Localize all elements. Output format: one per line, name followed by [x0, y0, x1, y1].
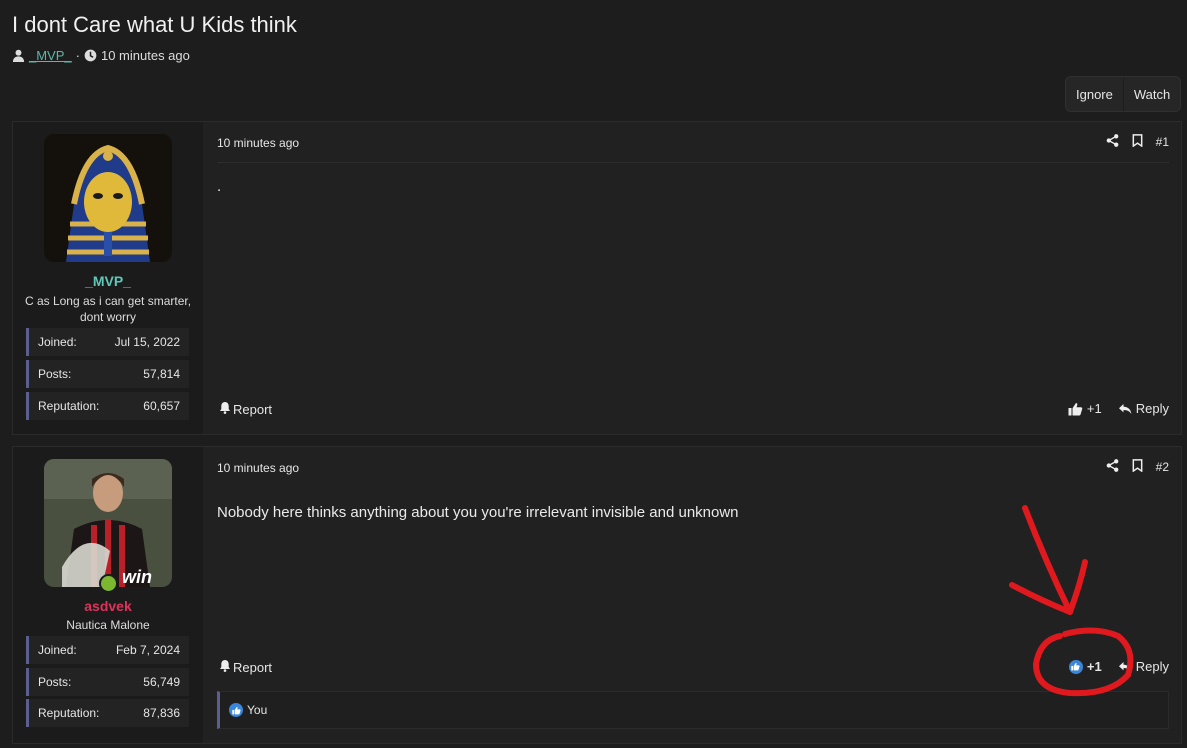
thumbs-up-icon — [229, 703, 243, 717]
post-tools: #2 — [1106, 459, 1169, 475]
avatar[interactable]: win — [44, 459, 172, 587]
reply-icon — [1118, 661, 1132, 673]
thread-title: I dont Care what U Kids think — [12, 12, 297, 37]
thumbs-up-icon — [1068, 659, 1083, 674]
stat-joined: Joined: Jul 15, 2022 — [26, 328, 189, 356]
stat-value: Jul 15, 2022 — [114, 335, 180, 349]
stat-label: Joined: — [38, 335, 77, 349]
stat-reputation: Reputation: 87,836 — [26, 699, 189, 727]
bookmark-icon[interactable] — [1132, 459, 1143, 475]
reply-button[interactable]: Reply — [1118, 401, 1169, 416]
post-main: 10 minutes ago #2 Nobody here thinks any… — [217, 447, 1169, 743]
post-content: . — [217, 178, 222, 195]
report-label: Report — [233, 659, 273, 675]
thread-author-link[interactable]: _MVP_ — [29, 48, 72, 63]
report-button[interactable]: Report — [219, 401, 272, 417]
user-title: Nautica Malone — [66, 618, 150, 632]
divider — [217, 162, 1169, 163]
username[interactable]: asdvek — [13, 598, 203, 614]
stat-label: Reputation: — [38, 706, 100, 720]
thread-time: 10 minutes ago — [100, 48, 190, 63]
user-icon — [12, 49, 25, 62]
stat-value: 87,836 — [143, 706, 180, 720]
like-count: +1 — [1086, 659, 1102, 674]
stat-posts: Posts: 56,749 — [26, 668, 189, 696]
stat-value: 56,749 — [143, 675, 180, 689]
stat-joined: Joined: Feb 7, 2024 — [26, 636, 189, 664]
user-title: C as Long as i can get smarter, dont wor… — [24, 294, 192, 324]
reply-label: Reply — [1135, 401, 1169, 416]
reply-button[interactable]: Reply — [1118, 659, 1169, 674]
share-icon[interactable] — [1106, 134, 1119, 150]
post-time[interactable]: 10 minutes ago — [217, 461, 299, 475]
stat-posts: Posts: 57,814 — [26, 360, 189, 388]
post-tools: #1 — [1106, 134, 1169, 150]
report-label: Report — [233, 401, 273, 417]
username[interactable]: _MVP_ — [13, 273, 203, 289]
post-content: Nobody here thinks anything about you yo… — [217, 504, 739, 521]
post-number[interactable]: #1 — [1156, 135, 1169, 149]
like-button[interactable]: +1 — [1068, 401, 1102, 416]
thread-meta: _MVP_ · 10 minutes ago — [12, 48, 190, 63]
stat-value: 60,657 — [143, 399, 180, 413]
bookmark-icon[interactable] — [1132, 134, 1143, 150]
like-button[interactable]: +1 — [1068, 659, 1102, 674]
share-icon[interactable] — [1106, 459, 1119, 475]
post-actions: +1 Reply — [1068, 401, 1169, 416]
post-number[interactable]: #2 — [1156, 460, 1169, 474]
post-user-panel: win asdvek Nautica Malone Joined: Feb 7,… — [13, 447, 203, 743]
stat-reputation: Reputation: 60,657 — [26, 392, 189, 420]
post-2: win asdvek Nautica Malone Joined: Feb 7,… — [12, 446, 1182, 744]
post-time[interactable]: 10 minutes ago — [217, 136, 299, 150]
online-status-dot — [99, 574, 118, 593]
likes-by-user: You — [247, 703, 268, 717]
stat-label: Posts: — [38, 675, 72, 689]
likes-summary[interactable]: You — [217, 691, 1169, 729]
stat-value: Feb 7, 2024 — [115, 643, 180, 657]
post-main: 10 minutes ago #1 . Report +1 Reply — [217, 122, 1169, 434]
svg-text:win: win — [122, 567, 152, 587]
stat-value: 57,814 — [143, 367, 180, 381]
post-actions: +1 Reply — [1068, 659, 1169, 674]
reply-label: Reply — [1135, 659, 1169, 674]
thumbs-up-icon — [1068, 402, 1083, 416]
like-count: +1 — [1086, 401, 1102, 416]
reply-icon — [1118, 403, 1132, 415]
report-button[interactable]: Report — [219, 659, 272, 675]
bell-icon — [219, 401, 231, 417]
stat-label: Reputation: — [38, 399, 100, 413]
ignore-button[interactable]: Ignore — [1066, 77, 1123, 111]
clock-icon — [84, 49, 97, 62]
meta-separator: · — [75, 48, 80, 63]
post-1: _MVP_ C as Long as i can get smarter, do… — [12, 121, 1182, 435]
avatar[interactable] — [44, 134, 172, 262]
stat-label: Posts: — [38, 367, 72, 381]
bell-icon — [219, 659, 231, 675]
post-user-panel: _MVP_ C as Long as i can get smarter, do… — [13, 122, 203, 434]
watch-button[interactable]: Watch — [1122, 77, 1181, 111]
stat-label: Joined: — [38, 643, 77, 657]
thread-actions: Ignore Watch — [1065, 76, 1182, 112]
